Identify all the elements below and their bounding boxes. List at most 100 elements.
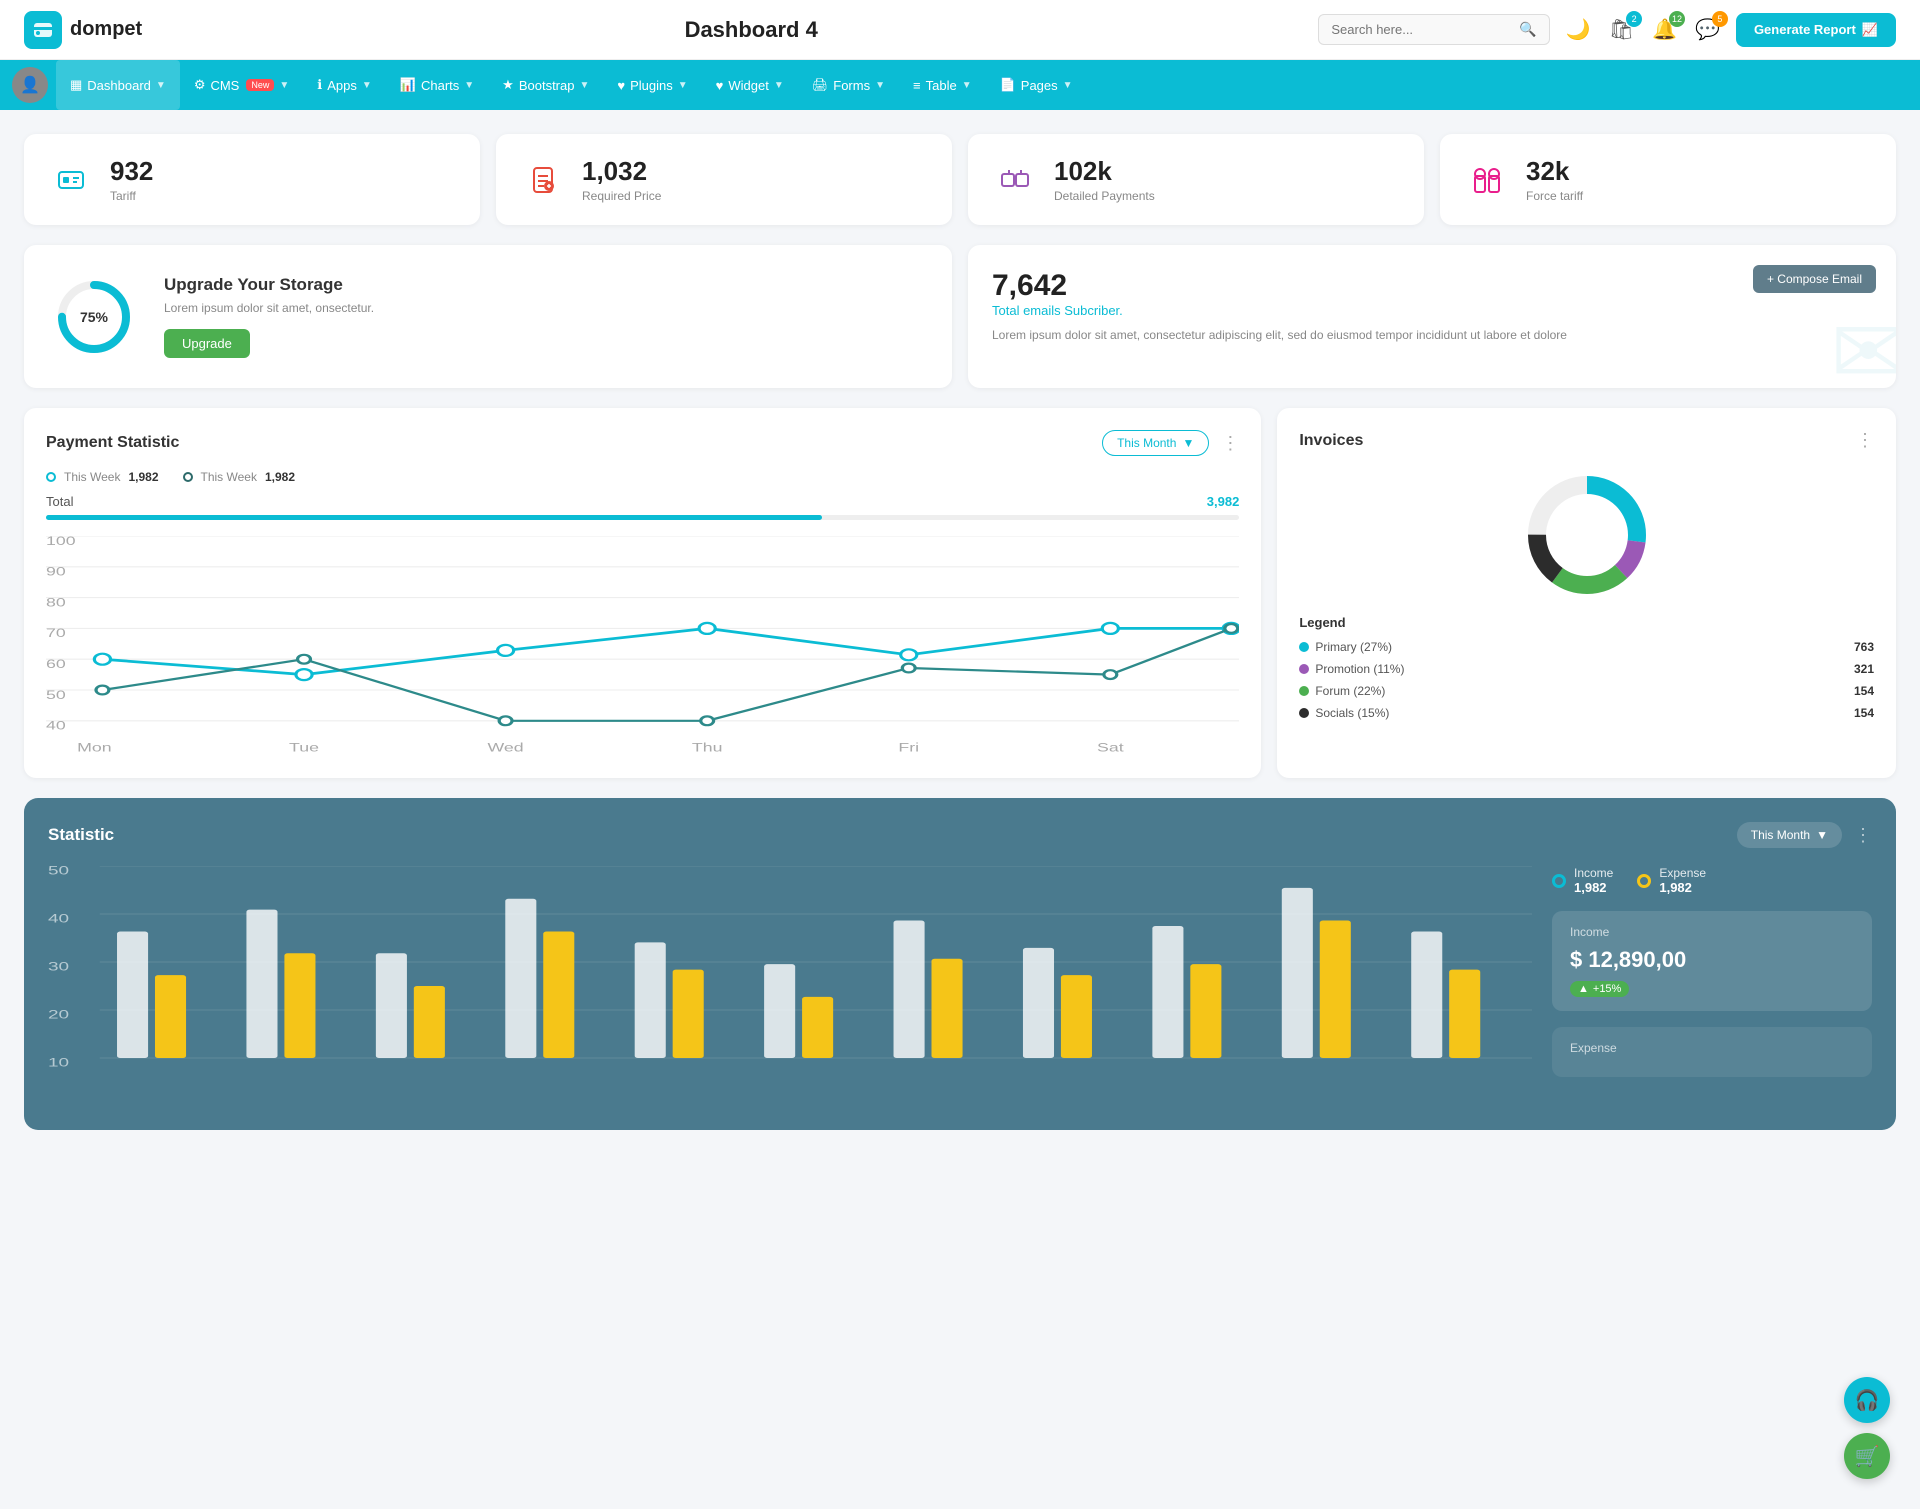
nav-plugins[interactable]: ♥ Plugins ▼ bbox=[603, 60, 701, 110]
income-panel: Income $ 12,890,00 ▲ +15% bbox=[1552, 911, 1872, 1011]
nav-forms[interactable]: 🖨 Forms ▼ bbox=[798, 60, 899, 110]
chevron-down-icon-plugins: ▼ bbox=[678, 80, 688, 91]
fab-support[interactable]: 🎧 bbox=[1844, 1377, 1890, 1423]
nav-avatar: 👤 bbox=[12, 67, 48, 103]
invoices-donut bbox=[1299, 465, 1874, 605]
chevron-down-icon-cms: ▼ bbox=[279, 80, 289, 91]
nav-label-table: Table bbox=[926, 78, 957, 93]
svg-text:60: 60 bbox=[46, 658, 66, 672]
svg-text:Wed: Wed bbox=[488, 741, 524, 755]
inv-val-forum: 154 bbox=[1854, 684, 1874, 698]
stat-value-tariff: 932 bbox=[110, 156, 153, 187]
stat-label-payments: Detailed Payments bbox=[1054, 189, 1155, 203]
email-desc: Lorem ipsum dolor sit amet, consectetur … bbox=[992, 326, 1608, 344]
email-subtitle: Total emails Subcriber. bbox=[992, 303, 1872, 318]
stat-label-force: Force tariff bbox=[1526, 189, 1583, 203]
legend-label-2: This Week bbox=[201, 470, 257, 484]
legend-item-2: This Week 1,982 bbox=[183, 470, 296, 484]
inv-dot-forum bbox=[1299, 686, 1309, 696]
payment-chart-title: Payment Statistic bbox=[46, 434, 179, 452]
apps-icon: ℹ bbox=[317, 77, 322, 93]
compose-email-button[interactable]: + Compose Email bbox=[1753, 265, 1876, 293]
storage-percent: 75% bbox=[80, 309, 108, 325]
logo-text: dompet bbox=[70, 18, 142, 41]
statistic-more-icon[interactable]: ⋮ bbox=[1854, 825, 1872, 846]
nav-dashboard[interactable]: ▦ Dashboard ▼ bbox=[56, 60, 180, 110]
statistic-body: 50 40 30 20 10 bbox=[48, 866, 1872, 1106]
inv-label-promotion: Promotion (11%) bbox=[1315, 662, 1854, 676]
inv-dot-promotion bbox=[1299, 664, 1309, 674]
svg-text:40: 40 bbox=[48, 913, 69, 926]
arrow-up-icon: ▲ bbox=[1578, 983, 1589, 995]
chevron-down-icon-stat: ▼ bbox=[1816, 828, 1828, 842]
chevron-down-icon-pages: ▼ bbox=[1063, 80, 1073, 91]
mid-row: 75% Upgrade Your Storage Lorem ipsum dol… bbox=[24, 245, 1896, 388]
stat-label-price: Required Price bbox=[582, 189, 661, 203]
svg-text:Mon: Mon bbox=[77, 741, 111, 755]
chat-icon[interactable]: 💬 5 bbox=[1695, 17, 1720, 42]
income-info: Income 1,982 bbox=[1574, 866, 1613, 895]
tariff-icon bbox=[48, 157, 94, 203]
nav-table[interactable]: ≡ Table ▼ bbox=[899, 60, 986, 110]
stat-card-info-price: 1,032 Required Price bbox=[582, 156, 661, 203]
moon-icon[interactable]: 🌙 bbox=[1566, 17, 1591, 42]
nav-pages[interactable]: 📄 Pages ▼ bbox=[986, 60, 1087, 110]
upgrade-button[interactable]: Upgrade bbox=[164, 329, 250, 358]
search-icon[interactable]: 🔍 bbox=[1519, 21, 1536, 38]
statistic-controls: This Month ▼ ⋮ bbox=[1737, 822, 1872, 848]
nav-bootstrap[interactable]: ★ Bootstrap ▼ bbox=[488, 60, 603, 110]
dashboard-icon: ▦ bbox=[70, 77, 82, 93]
expense-panel: Expense bbox=[1552, 1027, 1872, 1077]
svg-text:10: 10 bbox=[48, 1057, 69, 1070]
invoices-card: Invoices ⋮ Legend bbox=[1277, 408, 1896, 778]
svg-text:50: 50 bbox=[48, 866, 69, 878]
nav-widget[interactable]: ♥ Widget ▼ bbox=[702, 60, 798, 110]
bootstrap-icon: ★ bbox=[502, 77, 514, 93]
nav-cms[interactable]: ⚙ CMS New ▼ bbox=[180, 60, 303, 110]
statistic-month-button[interactable]: This Month ▼ bbox=[1737, 822, 1842, 848]
email-number: 7,642 bbox=[992, 269, 1872, 303]
stat-card-required-price: 1,032 Required Price bbox=[496, 134, 952, 225]
cart-icon[interactable]: 🛍 2 bbox=[1609, 17, 1634, 42]
svg-text:Tue: Tue bbox=[289, 741, 319, 755]
stat-label-tariff: Tariff bbox=[110, 189, 153, 203]
legend-dot-teal bbox=[46, 472, 56, 482]
expense-info: Expense 1,982 bbox=[1659, 866, 1706, 895]
stat-card-tariff: 932 Tariff bbox=[24, 134, 480, 225]
stat-card-force-tariff: 32k Force tariff bbox=[1440, 134, 1896, 225]
nav-charts[interactable]: 📊 Charts ▼ bbox=[386, 60, 488, 110]
bell-icon[interactable]: 🔔 12 bbox=[1652, 17, 1677, 42]
svg-text:90: 90 bbox=[46, 565, 66, 579]
search-input[interactable] bbox=[1331, 22, 1511, 37]
stat-legend: Income 1,982 Expense 1,982 bbox=[1552, 866, 1872, 895]
stat-value-force: 32k bbox=[1526, 156, 1583, 187]
stat-card-info: 932 Tariff bbox=[110, 156, 153, 203]
stat-card-info-payments: 102k Detailed Payments bbox=[1054, 156, 1155, 203]
expense-label: Expense bbox=[1659, 866, 1706, 880]
line-chart: 100 90 80 70 60 50 40 bbox=[46, 536, 1239, 756]
this-month-button[interactable]: This Month ▼ bbox=[1102, 430, 1209, 456]
expense-value: 1,982 bbox=[1659, 880, 1706, 895]
nav-apps[interactable]: ℹ Apps ▼ bbox=[303, 60, 386, 110]
stat-cards-row: 932 Tariff 1,032 Required Price bbox=[24, 134, 1896, 225]
inv-val-socials: 154 bbox=[1854, 706, 1874, 720]
table-icon: ≡ bbox=[913, 78, 921, 93]
payments-icon bbox=[992, 157, 1038, 203]
stat-value-price: 1,032 bbox=[582, 156, 661, 187]
forms-icon: 🖨 bbox=[812, 77, 829, 93]
nav-label-dashboard: Dashboard bbox=[87, 78, 151, 93]
fab-cart[interactable]: 🛒 bbox=[1844, 1433, 1890, 1479]
svg-text:50: 50 bbox=[46, 688, 66, 702]
income-amount: $ 12,890,00 bbox=[1570, 947, 1854, 973]
inv-val-primary: 763 bbox=[1854, 640, 1874, 654]
generate-report-button[interactable]: Generate Report 📈 bbox=[1736, 13, 1896, 47]
svg-text:Fri: Fri bbox=[898, 741, 919, 755]
svg-text:30: 30 bbox=[48, 961, 69, 974]
invoices-title: Invoices bbox=[1299, 432, 1363, 450]
bar-chart: 50 40 30 20 10 bbox=[48, 866, 1532, 1106]
payment-chart-card: Payment Statistic This Month ▼ ⋮ This We… bbox=[24, 408, 1261, 778]
invoices-more-icon[interactable]: ⋮ bbox=[1856, 430, 1874, 451]
more-options-icon[interactable]: ⋮ bbox=[1221, 433, 1239, 454]
chevron-down-icon-month: ▼ bbox=[1182, 436, 1194, 450]
cart-badge: 2 bbox=[1626, 11, 1642, 27]
